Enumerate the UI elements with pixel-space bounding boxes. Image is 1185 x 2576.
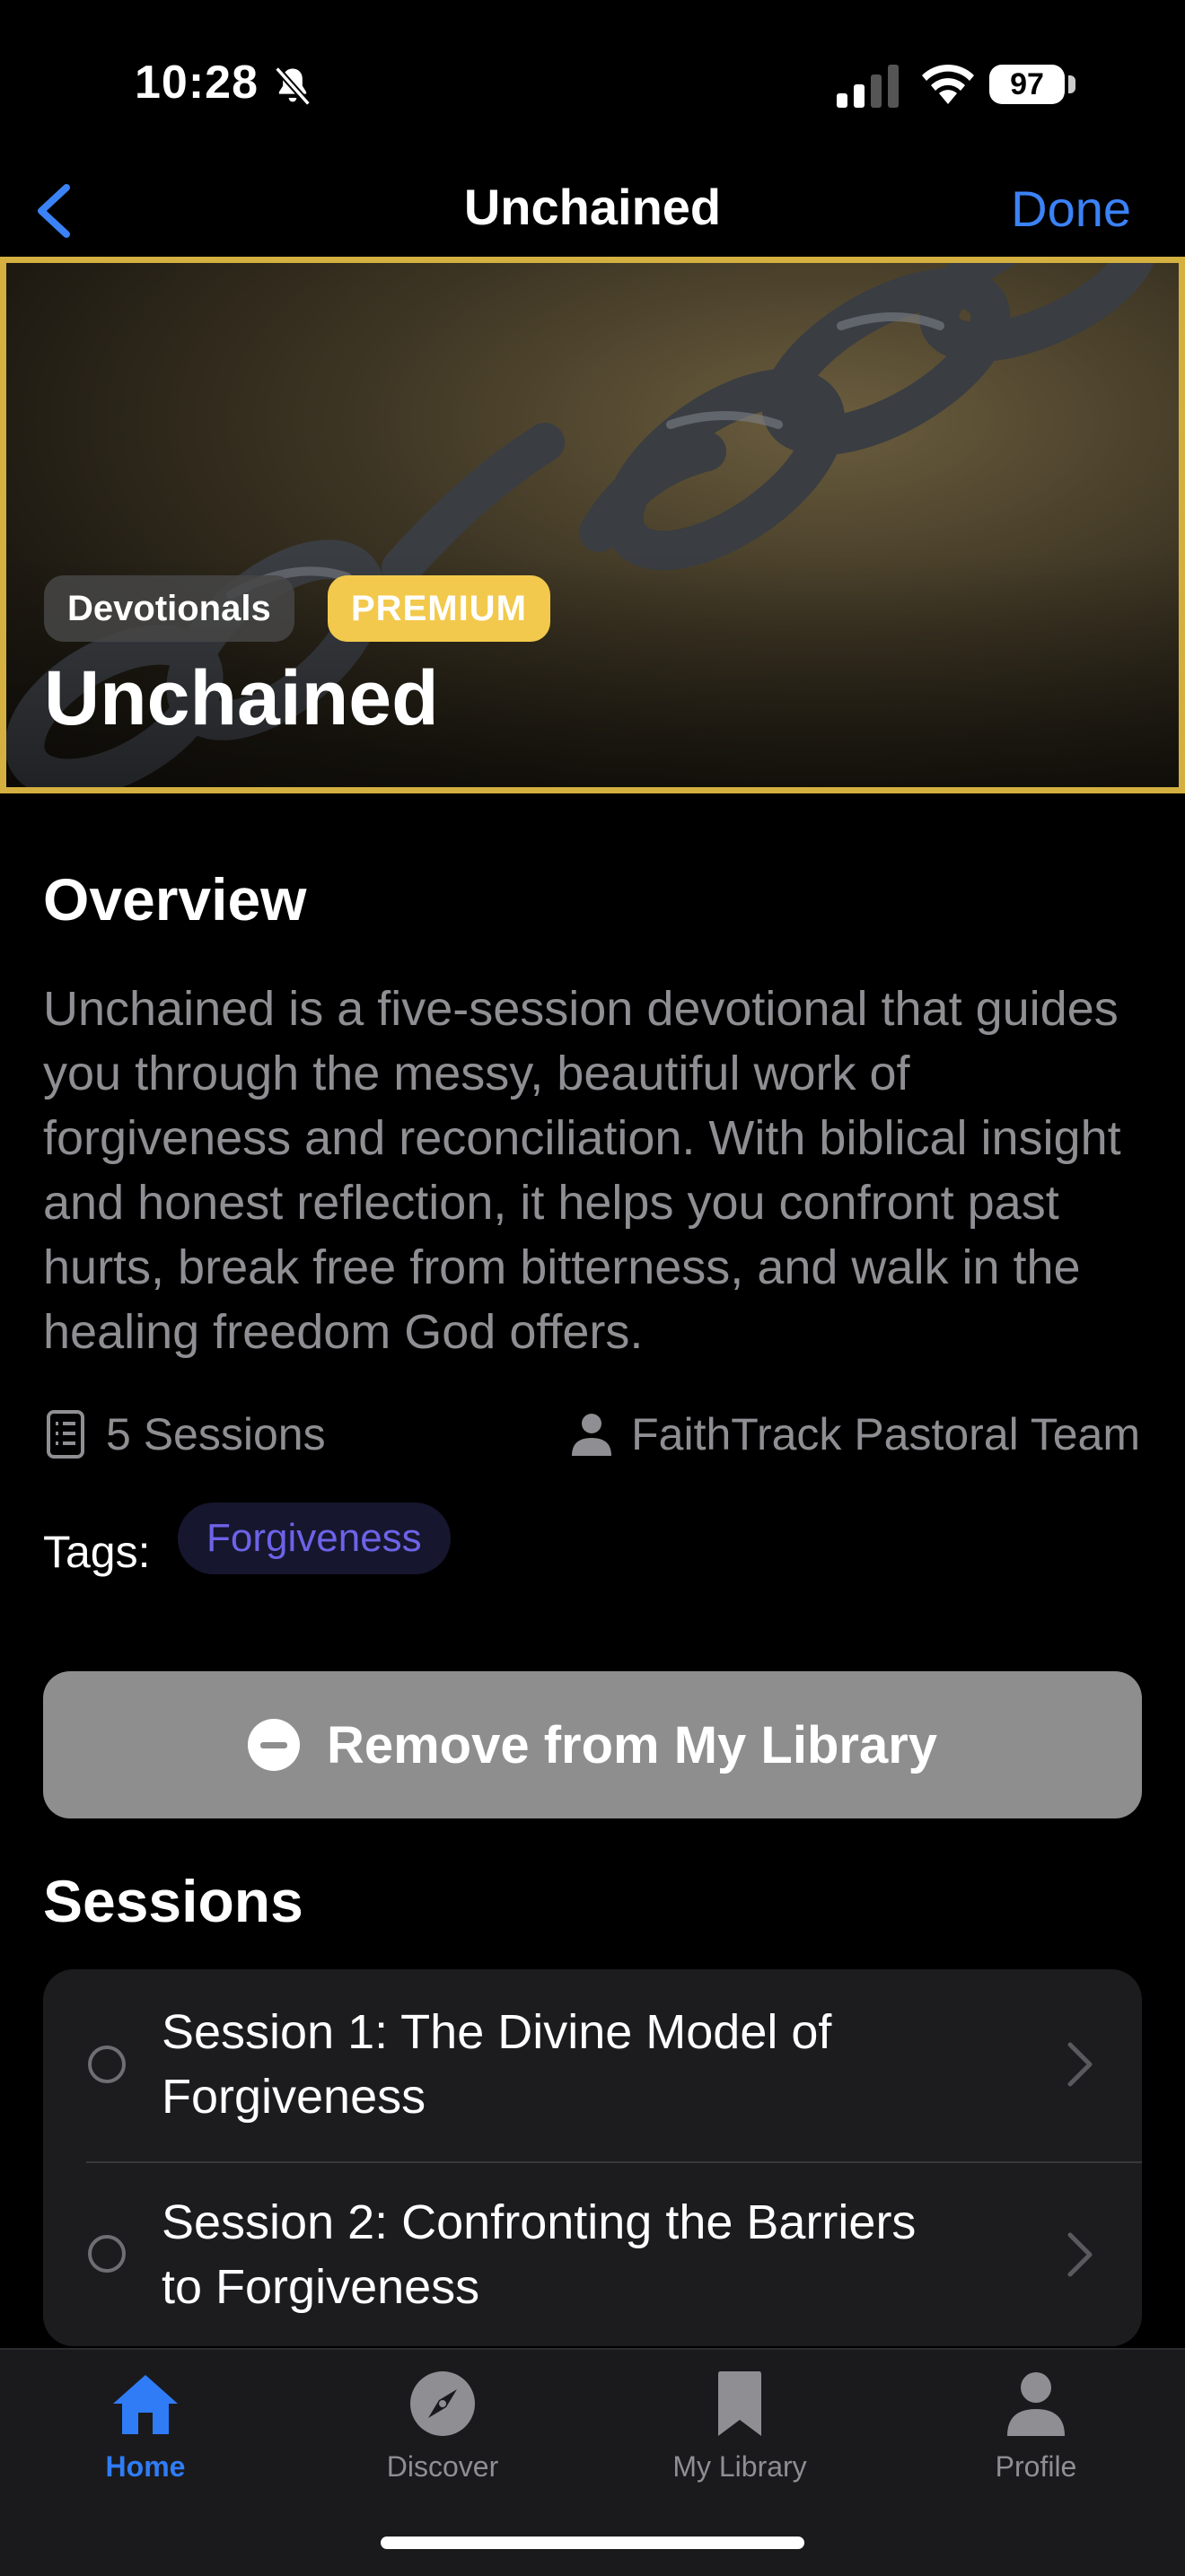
remove-from-library-label: Remove from My Library xyxy=(326,1715,938,1774)
sessions-list: Session 1: The Divine Model of Forgivene… xyxy=(43,1969,1142,2346)
compass-icon xyxy=(410,2371,475,2436)
document-list-icon xyxy=(47,1410,84,1459)
tab-discover[interactable]: Discover xyxy=(326,2350,559,2529)
premium-badge: PREMIUM xyxy=(328,575,550,642)
tab-my-library[interactable]: My Library xyxy=(623,2350,856,2529)
session-title-line: to Forgiveness xyxy=(162,2260,480,2314)
author: FaithTrack Pastoral Team xyxy=(568,1406,1140,1463)
cellular-signal-icon xyxy=(837,65,899,108)
sessions-heading: Sessions xyxy=(43,1868,303,1934)
battery-level: 97 xyxy=(989,65,1065,104)
session-status-circle-icon xyxy=(88,2046,126,2083)
status-time: 10:28 xyxy=(135,57,259,109)
session-title: Session 1: The Divine Model of Forgivene… xyxy=(162,2000,996,2129)
hero-banner: Devotionals PREMIUM Unchained xyxy=(0,257,1185,793)
tab-my-library-label: My Library xyxy=(672,2450,807,2483)
overview-heading: Overview xyxy=(43,866,307,933)
author-label: FaithTrack Pastoral Team xyxy=(631,1409,1140,1459)
overview-text: Unchained is a five-session devotional t… xyxy=(43,982,1121,1359)
tab-discover-label: Discover xyxy=(386,2450,499,2483)
category-chip: Devotionals xyxy=(44,575,294,642)
tag-chip[interactable]: Forgiveness xyxy=(178,1503,451,1574)
tab-home[interactable]: Home xyxy=(29,2350,262,2529)
tags-label: Tags: xyxy=(43,1527,151,1577)
home-icon xyxy=(113,2375,178,2434)
sessions-count: 5 Sessions xyxy=(43,1406,326,1463)
session-title: Session 2: Confronting the Barriers to F… xyxy=(162,2190,996,2319)
tab-profile-label: Profile xyxy=(995,2450,1077,2483)
person-icon xyxy=(572,1414,612,1456)
done-button[interactable]: Done xyxy=(1011,180,1131,238)
person-icon xyxy=(1007,2372,1065,2436)
bookmark-icon xyxy=(718,2371,761,2436)
home-indicator xyxy=(381,2537,804,2549)
wifi-icon xyxy=(922,64,974,104)
session-status-circle-icon xyxy=(88,2235,126,2273)
session-row[interactable]: Session 1: The Divine Model of Forgivene… xyxy=(43,1969,1142,2160)
session-title-line: Session 1: The Divine Model of xyxy=(162,2005,832,2059)
tab-home-label: Home xyxy=(105,2450,186,2483)
chevron-right-icon xyxy=(1067,2232,1093,2277)
hero-title: Unchained xyxy=(44,655,439,741)
minus-circle-icon xyxy=(247,1719,300,1771)
battery-nub xyxy=(1068,75,1075,93)
tab-profile[interactable]: Profile xyxy=(919,2350,1153,2529)
bell-muted-icon xyxy=(274,66,312,106)
battery-indicator: 97 xyxy=(989,61,1077,110)
back-chevron-icon[interactable] xyxy=(27,175,81,247)
chevron-right-icon xyxy=(1067,2042,1093,2087)
session-row[interactable]: Session 2: Confronting the Barriers to F… xyxy=(43,2163,1142,2346)
sessions-count-label: 5 Sessions xyxy=(106,1409,326,1459)
session-title-line: Session 2: Confronting the Barriers xyxy=(162,2195,917,2249)
remove-from-library-button[interactable]: Remove from My Library xyxy=(43,1671,1142,1818)
nav-title: Unchained xyxy=(463,179,722,235)
session-title-line: Forgiveness xyxy=(162,2070,426,2124)
status-bar: 10:28 97 xyxy=(0,0,1185,171)
